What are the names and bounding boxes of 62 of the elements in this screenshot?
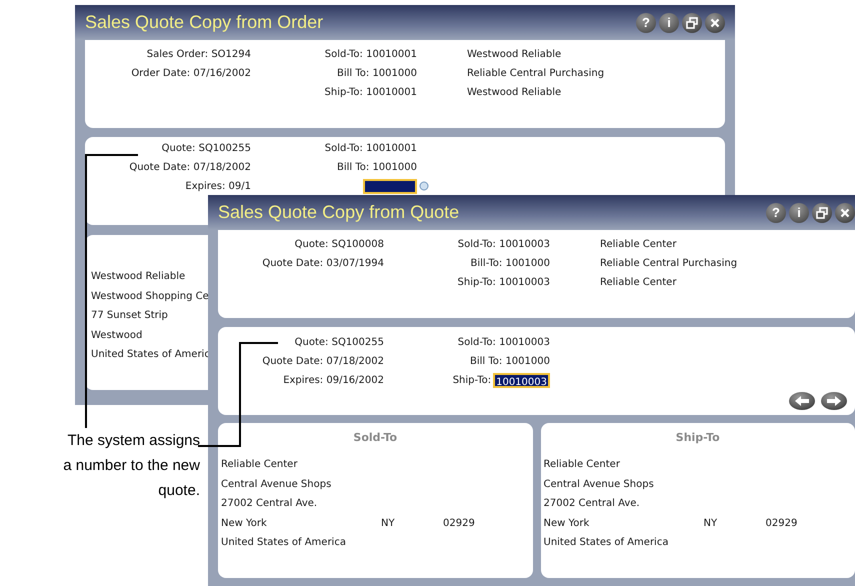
ship-to-field[interactable]: 10010003: [493, 373, 550, 388]
customer-name: Reliable Central Purchasing: [467, 67, 606, 81]
field-label: Bill To: 1001000: [337, 67, 417, 81]
field-label: Quote Date: 03/07/1994: [262, 257, 384, 271]
search-icon[interactable]: [419, 181, 429, 191]
address-line: Reliable Center: [544, 458, 621, 472]
address-line: New York: [221, 516, 268, 531]
close-icon[interactable]: [835, 202, 855, 222]
help-button[interactable]: ?: [636, 12, 656, 32]
info-button[interactable]: i: [789, 202, 809, 222]
help-button[interactable]: ?: [766, 202, 786, 222]
address-heading: Ship-To: [676, 431, 720, 444]
info-button[interactable]: i: [659, 12, 679, 32]
address-line: Central Avenue Shops: [544, 478, 655, 492]
address-line: United States of America: [221, 536, 347, 550]
restore-icon[interactable]: [812, 202, 832, 222]
callout-text: The system assigns a number to the new quote.: [62, 431, 200, 501]
field-label: Sold-To: 10010001: [324, 142, 417, 156]
address-heading: Sold-To: [353, 431, 398, 444]
field-label: Expires: 09/1: [185, 180, 251, 194]
customer-name: Westwood Reliable: [467, 86, 562, 100]
address-line: 27002 Central Ave.: [544, 497, 641, 512]
field-label: Quote: SQ100255: [162, 142, 251, 156]
customer-name: Reliable Center: [600, 238, 678, 252]
window-title: Sales Quote Copy from Order: [85, 12, 324, 33]
address-line: United States of America: [544, 536, 670, 550]
restore-icon[interactable]: [682, 12, 702, 32]
address-line: 02929: [766, 516, 798, 531]
close-icon[interactable]: [705, 12, 725, 32]
customer-name: Reliable Central Purchasing: [600, 257, 738, 271]
ship-to-field[interactable]: [363, 179, 417, 194]
address-line: Reliable Center: [221, 458, 298, 472]
address-line: 77 Sunset Strip: [91, 309, 169, 324]
field-label: Expires: 09/16/2002: [283, 374, 384, 388]
address-line: 02929: [443, 516, 476, 531]
field-label: Bill To: 1001000: [337, 161, 417, 175]
address-line: Westwood: [91, 328, 144, 343]
address-line: Central Avenue Shops: [221, 478, 332, 492]
address-line: NY: [381, 516, 396, 531]
address-line: 27002 Central Ave.: [221, 497, 318, 512]
field-label: Quote Date: 07/18/2002: [129, 161, 251, 175]
field-label: Quote Date: 07/18/2002: [262, 355, 384, 369]
address-line: NY: [704, 516, 718, 531]
field-label: Sold-To: 10010001: [324, 48, 417, 62]
field-label: Sales Order: SO1294: [146, 48, 251, 62]
field-label: Ship-To: 10010001: [324, 86, 417, 100]
address-line: United States of Americ: [91, 348, 211, 362]
field-label: Quote: SQ100255: [294, 336, 384, 350]
address-line: Westwood Shopping Ce: [91, 290, 210, 304]
customer-name: Westwood Reliable: [467, 48, 562, 62]
field-label: Bill-To: 1001000: [470, 257, 550, 271]
customer-name: Reliable Center: [600, 276, 678, 290]
field-label: Quote: SQ100008: [294, 238, 384, 252]
window-title: Sales Quote Copy from Quote: [218, 202, 460, 223]
field-label: Ship-To:: [452, 374, 492, 388]
address-line: Westwood Reliable: [91, 270, 186, 284]
field-label: Sold-To: 10010003: [458, 336, 550, 350]
field-label: Bill To: 1001000: [470, 355, 550, 369]
field-label: Sold-To: 10010003: [458, 238, 550, 252]
field-label: Order Date: 07/16/2002: [131, 67, 251, 81]
address-line: New York: [544, 516, 590, 531]
field-label: Ship-To: 10010003: [458, 276, 550, 290]
